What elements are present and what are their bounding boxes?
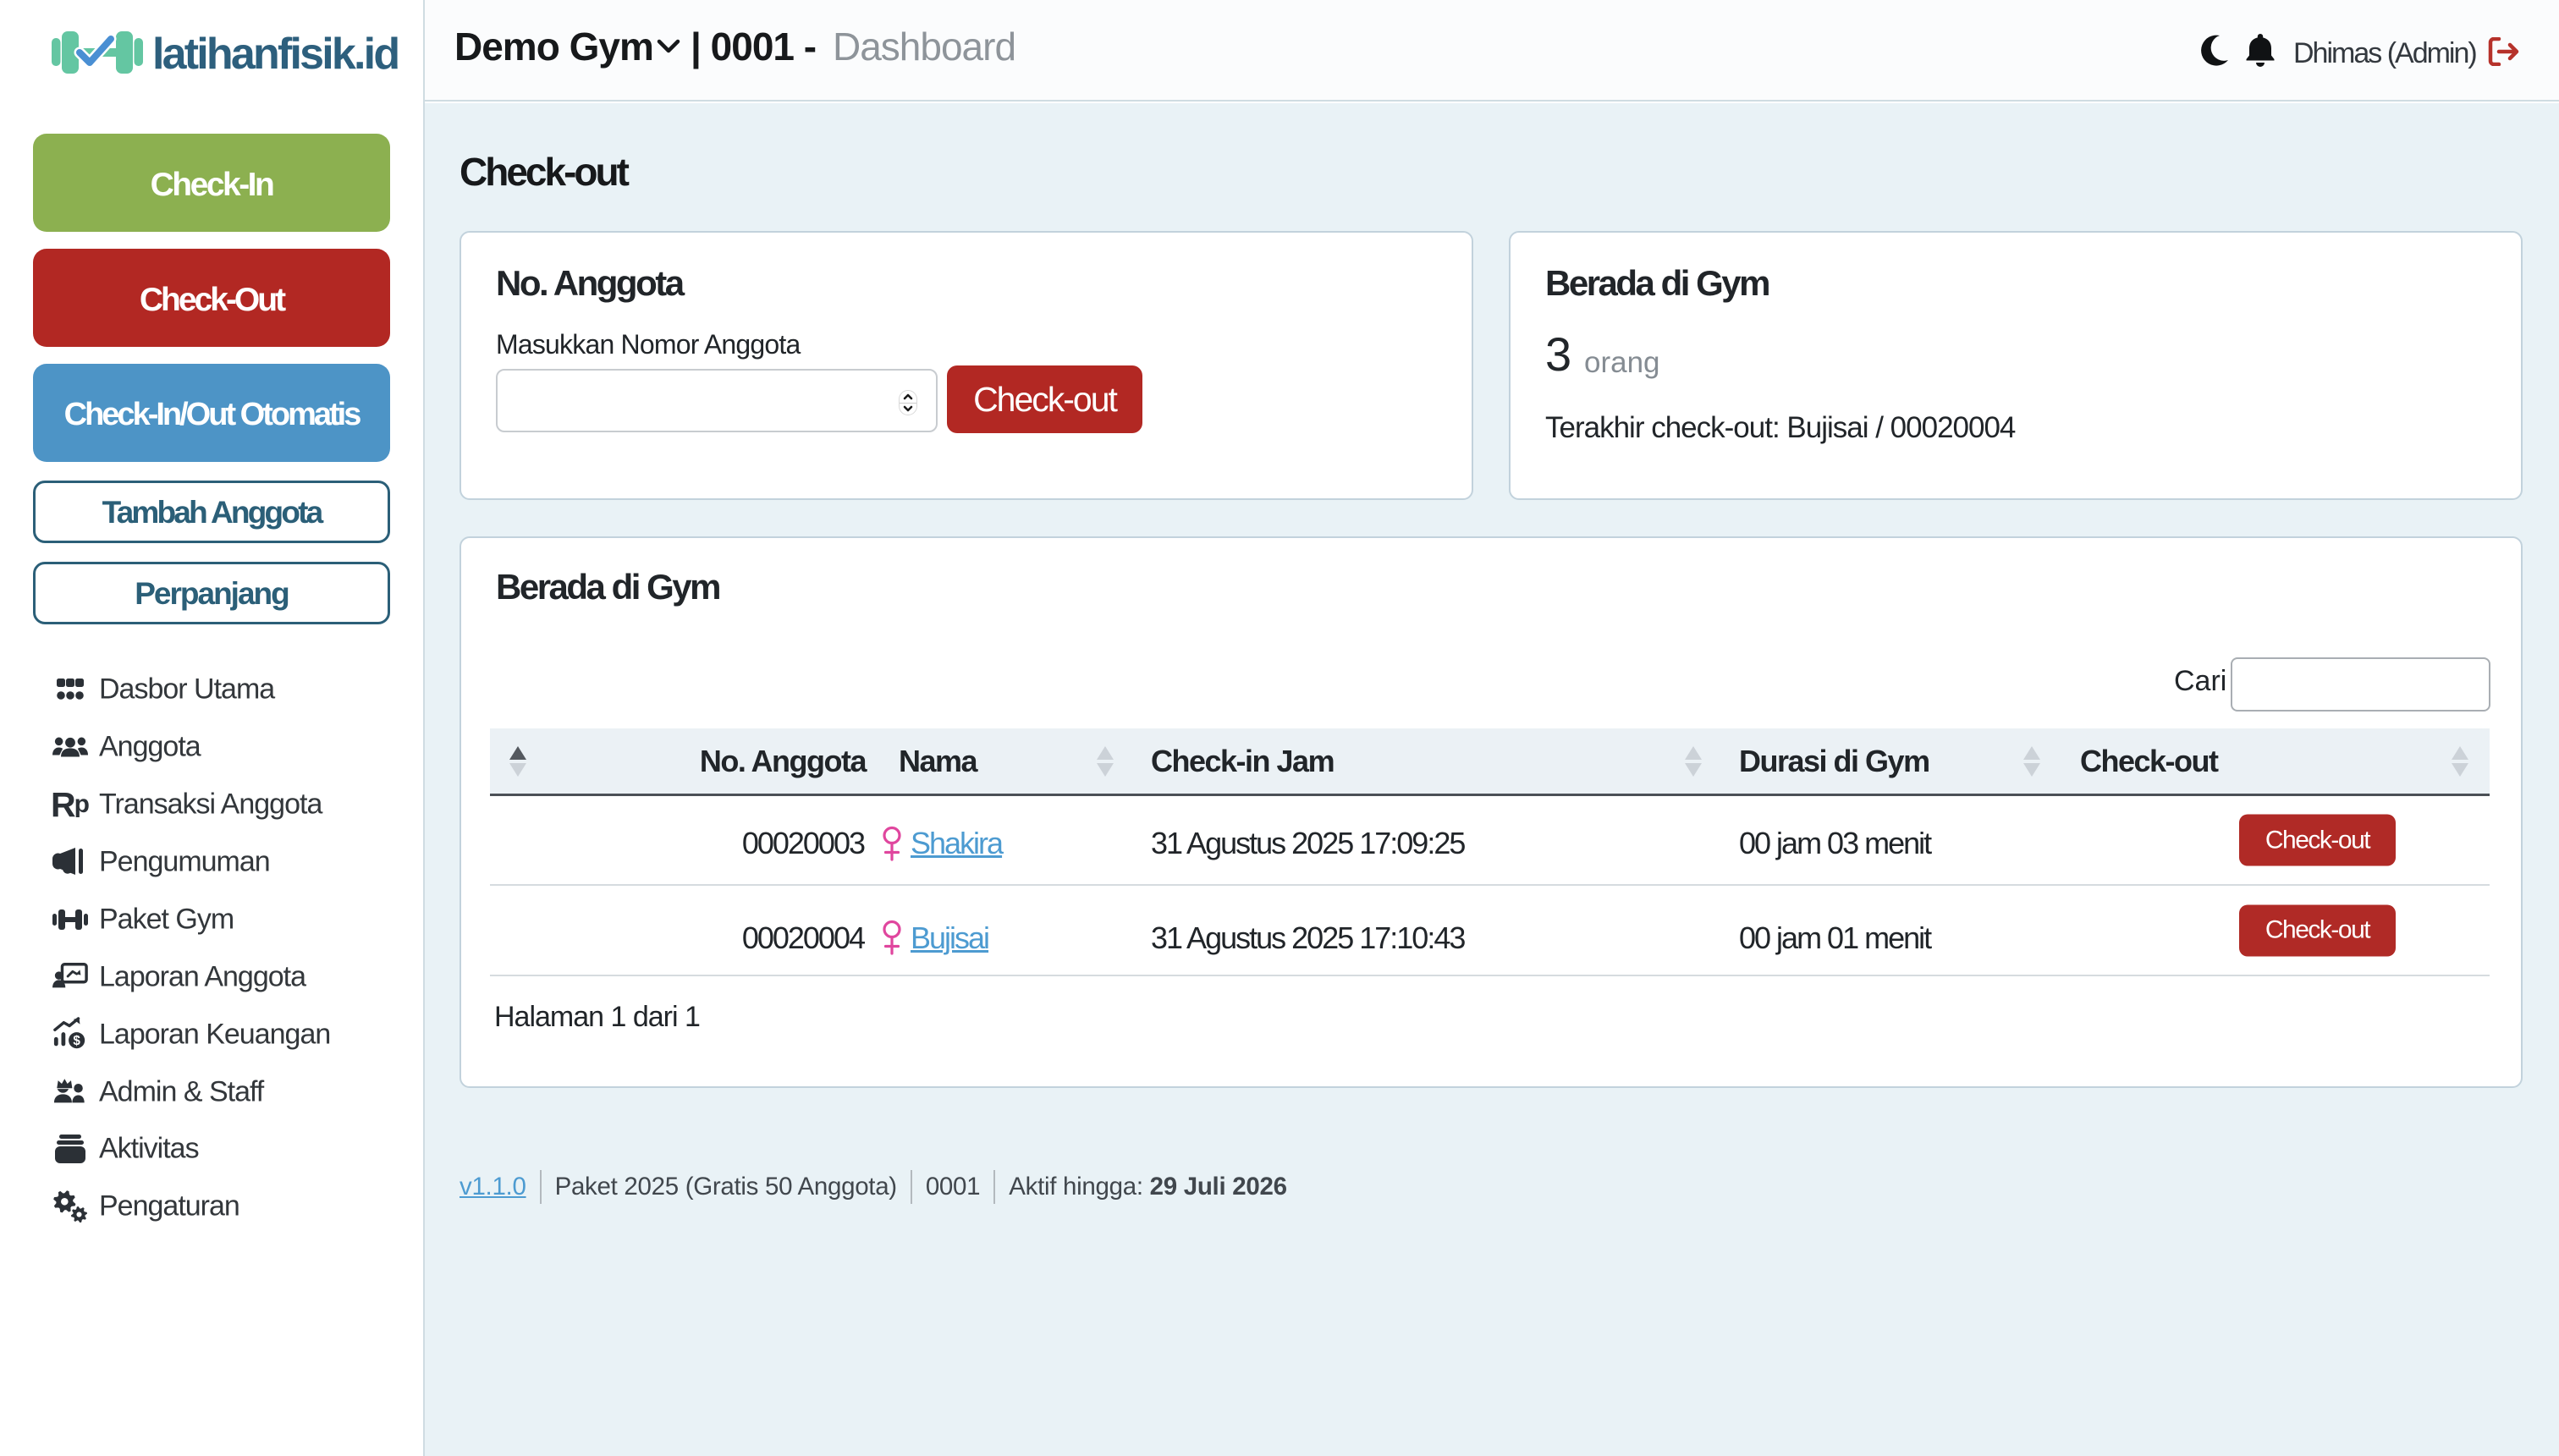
svg-text:$: $	[73, 1034, 80, 1048]
